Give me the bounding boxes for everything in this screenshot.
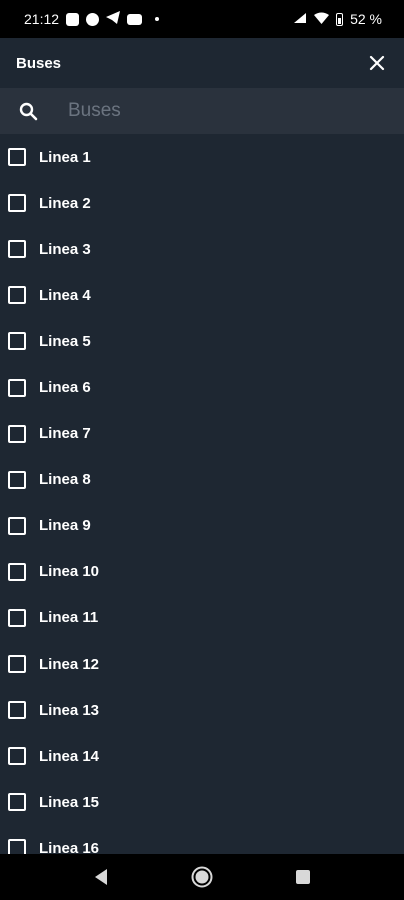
recents-button[interactable]	[283, 857, 323, 897]
checkbox[interactable]	[8, 608, 26, 627]
list-item[interactable]: Linea 3	[0, 226, 404, 272]
telegram-icon	[106, 11, 121, 27]
search-icon-wrap	[0, 102, 56, 121]
list-item[interactable]: Linea 7	[0, 411, 404, 457]
list-item-label: Linea 8	[39, 471, 91, 489]
messenger-icon	[86, 12, 100, 26]
battery-text: 52 %	[350, 11, 382, 27]
checkbox[interactable]	[8, 424, 26, 443]
list-item[interactable]: Linea 12	[0, 641, 404, 687]
youtube-icon	[127, 13, 143, 25]
list-item[interactable]: Linea 9	[0, 503, 404, 549]
checkbox[interactable]	[8, 148, 26, 167]
list-item-label: Linea 9	[39, 517, 91, 535]
list-item-label: Linea 15	[39, 793, 100, 811]
checkbox[interactable]	[8, 286, 26, 305]
status-time: 21:12	[24, 11, 60, 27]
checkbox[interactable]	[8, 747, 26, 766]
checkbox[interactable]	[8, 562, 26, 581]
list-item-label: Linea 11	[39, 609, 99, 627]
list-item[interactable]: Linea 14	[0, 733, 404, 779]
list-item-label: Linea 13	[39, 701, 100, 719]
list-item[interactable]: Linea 8	[0, 457, 404, 503]
checkbox[interactable]	[8, 701, 26, 720]
signal-icon	[293, 11, 307, 27]
search-input[interactable]	[56, 88, 404, 134]
checkbox[interactable]	[8, 839, 26, 854]
close-icon	[369, 55, 385, 71]
list-item[interactable]: Linea 11	[0, 595, 404, 641]
list-item-label: Linea 3	[39, 240, 91, 258]
list-item-label: Linea 4	[39, 286, 91, 304]
checkbox[interactable]	[8, 240, 26, 259]
home-icon	[191, 866, 213, 888]
checkbox[interactable]	[8, 194, 26, 213]
page-title: Buses	[16, 54, 62, 72]
status-bar-right: 52 %	[293, 11, 382, 27]
list-item-label: Linea 5	[39, 332, 91, 350]
checkbox[interactable]	[8, 793, 26, 812]
close-button[interactable]	[364, 50, 390, 76]
list-item-label: Linea 2	[39, 194, 91, 212]
list-item[interactable]: Linea 6	[0, 364, 404, 410]
list-item[interactable]: Linea 5	[0, 318, 404, 364]
header: Buses	[0, 38, 404, 88]
navigation-bar	[0, 854, 404, 900]
status-bar: 21:12 52 %	[0, 0, 404, 38]
list-item[interactable]: Linea 4	[0, 272, 404, 318]
list-item[interactable]: Linea 2	[0, 180, 404, 226]
notification-icon	[66, 12, 80, 26]
list-item-label: Linea 16	[39, 839, 100, 854]
more-notifications-dot	[155, 17, 160, 21]
wifi-icon	[314, 11, 330, 27]
checkbox[interactable]	[8, 516, 26, 535]
recents-icon	[296, 870, 311, 884]
checkbox[interactable]	[8, 378, 26, 397]
bus-line-list: Linea 1 Linea 2 Linea 3 Linea 4 Linea 5 Linea…	[0, 134, 404, 854]
list-item-label: Linea 7	[39, 425, 91, 443]
list-item[interactable]: Linea 1	[0, 134, 404, 180]
list-item-label: Linea 1	[39, 148, 91, 166]
list-item[interactable]: Linea 15	[0, 779, 404, 825]
list-item[interactable]: Linea 16	[0, 825, 404, 854]
list-item[interactable]: Linea 10	[0, 549, 404, 595]
status-bar-left: 21:12	[24, 11, 160, 27]
checkbox[interactable]	[8, 655, 26, 674]
battery-icon	[336, 12, 344, 26]
back-button[interactable]	[81, 857, 121, 897]
home-button[interactable]	[182, 857, 222, 897]
list-item-label: Linea 12	[39, 655, 100, 673]
checkbox[interactable]	[8, 332, 26, 351]
list-item-label: Linea 6	[39, 379, 91, 397]
back-icon	[94, 869, 107, 885]
checkbox[interactable]	[8, 470, 26, 489]
list-item[interactable]: Linea 13	[0, 687, 404, 733]
search-icon	[19, 102, 37, 120]
search-bar	[0, 88, 404, 134]
list-item-label: Linea 14	[39, 747, 100, 765]
list-item-label: Linea 10	[39, 563, 100, 581]
